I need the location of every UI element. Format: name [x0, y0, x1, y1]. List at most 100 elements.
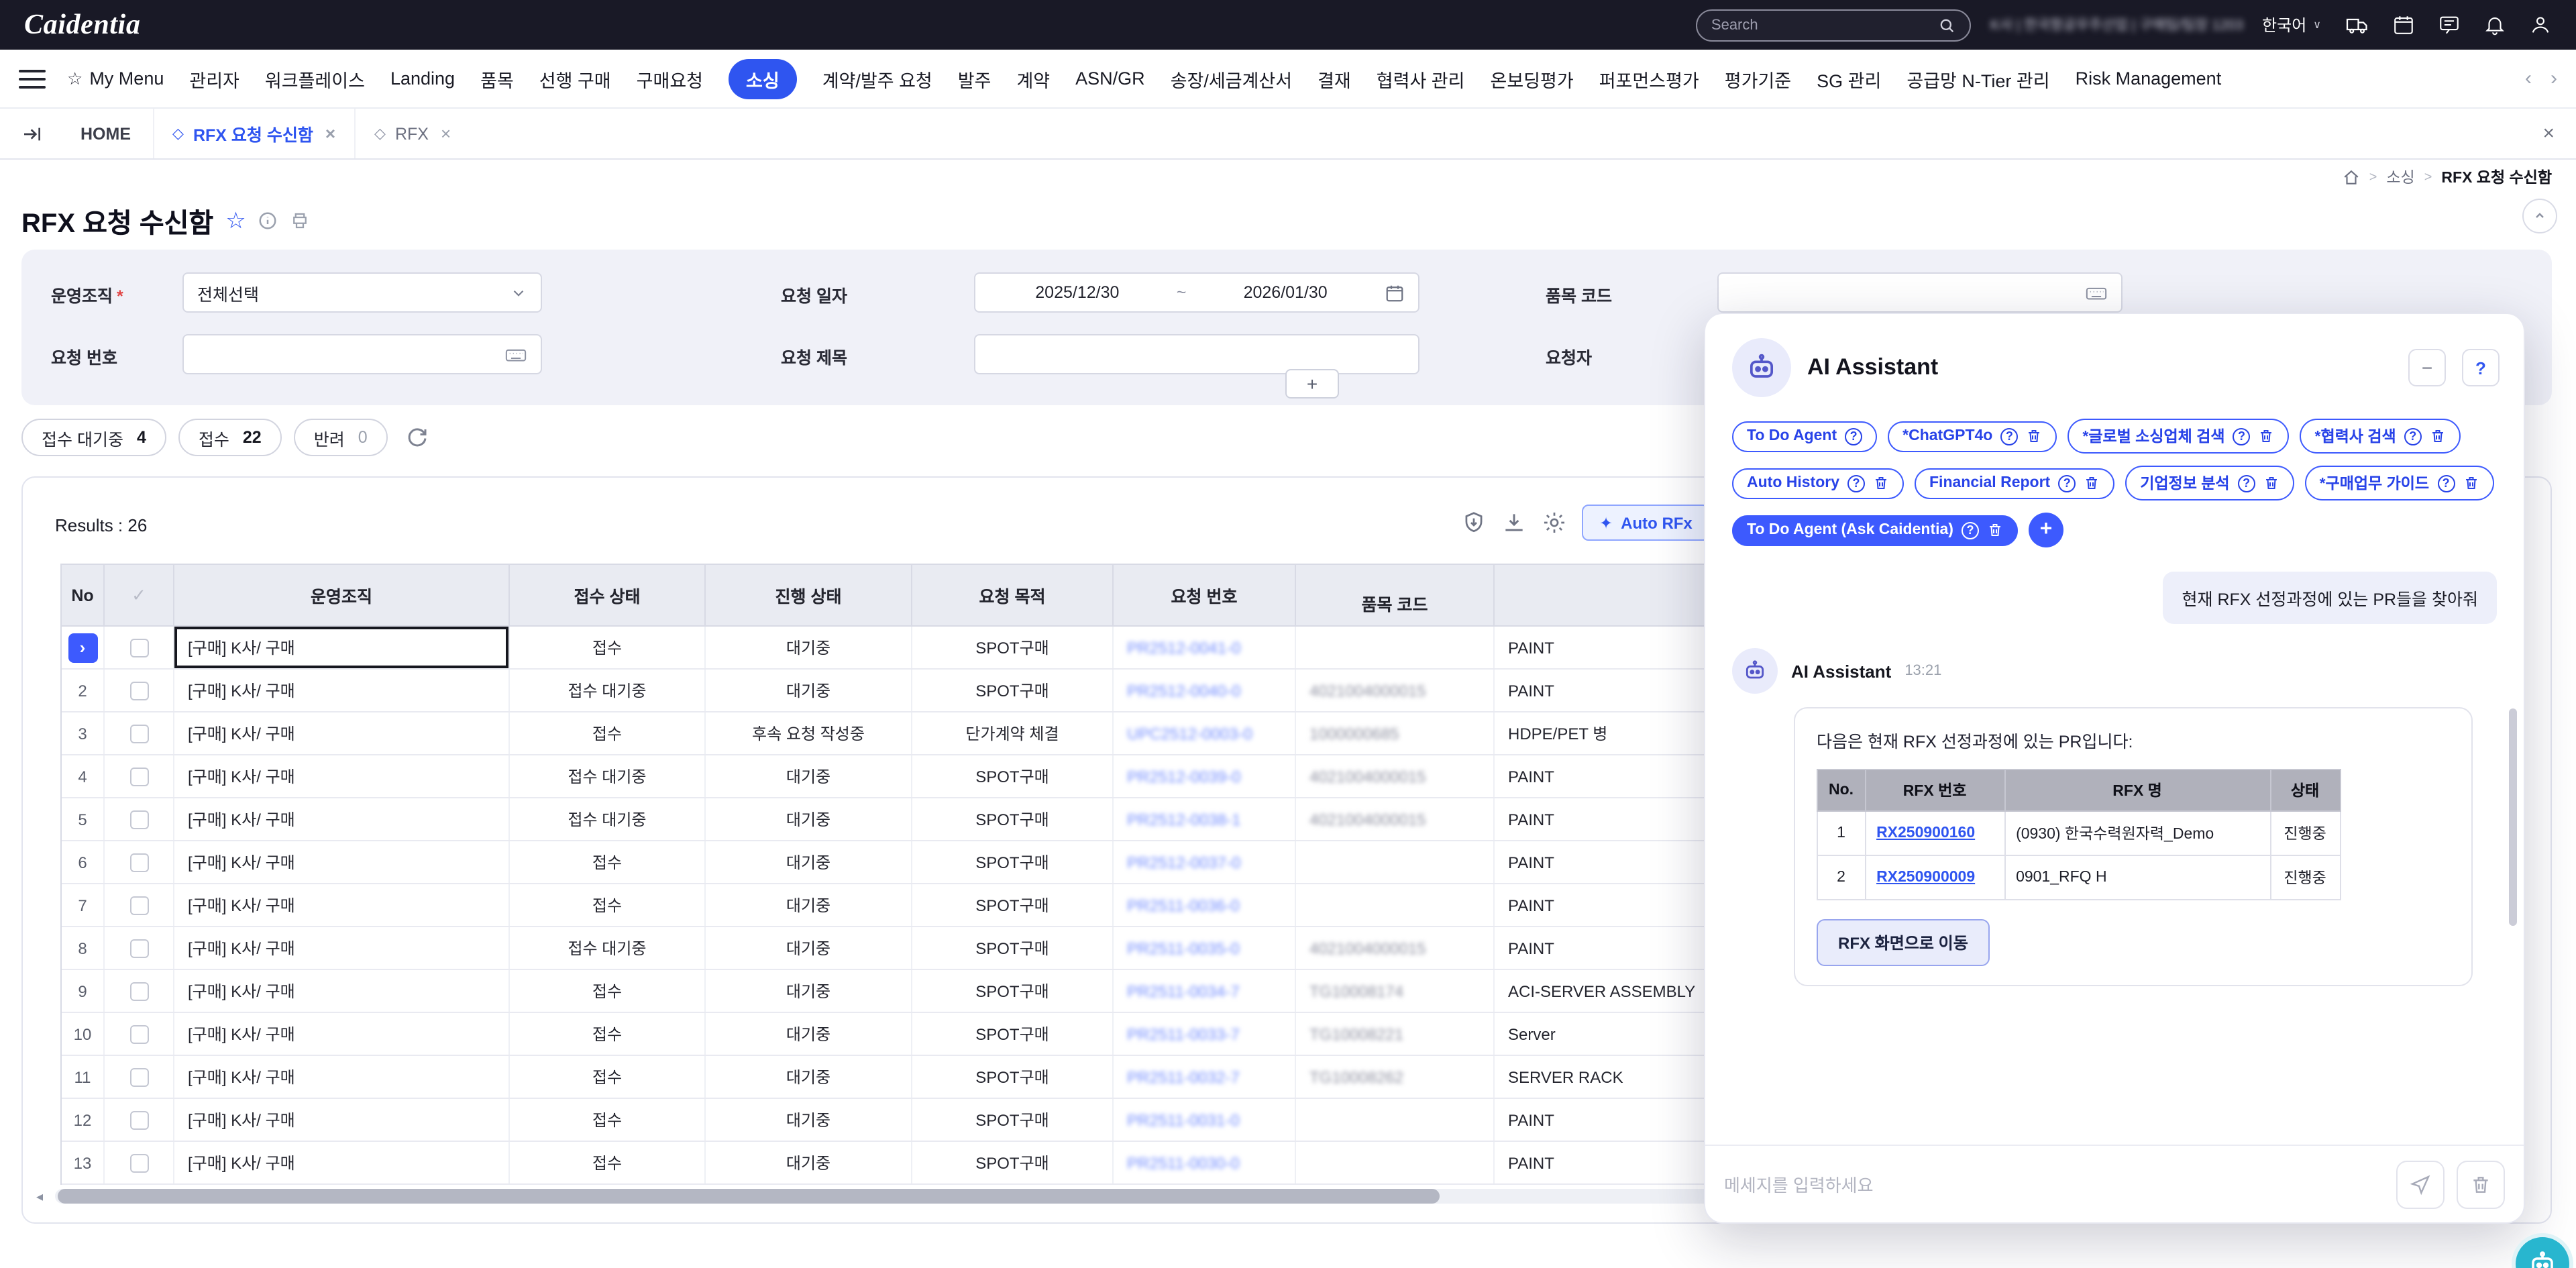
menu-item[interactable]: 계약 — [1016, 65, 1050, 92]
item-code-input[interactable] — [1717, 272, 2123, 313]
refresh-icon[interactable] — [405, 425, 429, 450]
menu-item[interactable]: 협력사 관리 — [1377, 65, 1465, 92]
global-search-input[interactable]: Search — [1697, 9, 1972, 41]
menu-item[interactable]: Risk Management — [2076, 68, 2222, 89]
notification-bell-icon[interactable] — [2483, 13, 2506, 36]
menu-item[interactable]: ASN/GR — [1075, 68, 1145, 89]
menu-item[interactable]: 워크플레이스 — [265, 65, 365, 92]
menu-scroll-left-icon[interactable]: ‹ — [2525, 67, 2532, 90]
chip-help-icon[interactable]: ? — [1847, 474, 1865, 492]
status-filter-pill[interactable]: 접수22 — [178, 419, 282, 456]
info-icon[interactable] — [258, 211, 278, 231]
menu-item[interactable]: 선행 구매 — [539, 65, 611, 92]
menu-item[interactable]: 구매요청 — [637, 65, 703, 92]
menu-item[interactable]: 평가기준 — [1725, 65, 1791, 92]
collapse-panel-button[interactable] — [2522, 199, 2557, 233]
request-no-link[interactable]: PR2512-0037-0 — [1127, 853, 1240, 871]
menu-item[interactable]: 발주 — [958, 65, 991, 92]
chip-delete-icon[interactable] — [1873, 475, 1889, 491]
close-all-tabs-icon[interactable]: × — [2542, 122, 2555, 145]
request-no-link[interactable]: PR2511-0030-0 — [1127, 1153, 1240, 1172]
settings-gear-icon[interactable] — [1542, 510, 1567, 535]
assistant-scrollbar-thumb[interactable] — [2509, 708, 2517, 926]
date-from-value[interactable]: 2025/12/30 — [989, 283, 1166, 302]
menu-item[interactable]: ☆My Menu — [67, 68, 164, 89]
chip-help-icon[interactable]: ? — [2238, 474, 2255, 492]
chip-help-icon[interactable]: ? — [2404, 427, 2422, 445]
menu-item[interactable]: 송장/세금계산서 — [1171, 65, 1292, 92]
calendar-icon[interactable] — [2392, 13, 2415, 36]
print-icon[interactable] — [290, 211, 311, 231]
row-checkbox[interactable] — [129, 638, 148, 657]
request-no-link[interactable]: UPC2512-0003-0 — [1127, 724, 1252, 743]
assistant-chip[interactable]: *협력사 검색? — [2300, 419, 2461, 454]
go-to-rfx-button[interactable]: RFX 화면으로 이동 — [1817, 919, 1990, 966]
row-checkbox[interactable] — [129, 1110, 148, 1129]
select-all-check-icon[interactable]: ✓ — [131, 584, 146, 606]
row-checkbox[interactable] — [129, 810, 148, 829]
assistant-chip[interactable]: *구매업무 가이드? — [2305, 466, 2493, 500]
tab[interactable]: ◇RFX× — [354, 109, 470, 158]
keyboard-icon[interactable] — [504, 343, 527, 366]
chat-icon[interactable] — [2438, 13, 2461, 36]
chip-help-icon[interactable]: ? — [2058, 474, 2076, 492]
req-title-input[interactable] — [974, 334, 1419, 374]
save-layout-icon[interactable] — [1461, 510, 1487, 535]
assistant-chip[interactable]: 기업정보 분석? — [2125, 466, 2294, 500]
row-checkbox[interactable] — [129, 767, 148, 786]
clear-chat-button[interactable] — [2457, 1160, 2505, 1208]
row-checkbox[interactable] — [129, 681, 148, 700]
request-no-link[interactable]: PR2512-0040-0 — [1127, 681, 1240, 700]
row-checkbox[interactable] — [129, 1067, 148, 1086]
chip-help-icon[interactable]: ? — [2437, 474, 2455, 492]
status-filter-pill[interactable]: 반려0 — [294, 419, 388, 456]
row-checkbox[interactable] — [129, 982, 148, 1000]
auto-rfx-button[interactable]: ✦ Auto RFx — [1582, 505, 1710, 541]
chip-delete-icon[interactable] — [1987, 522, 2003, 538]
home-icon[interactable] — [2343, 168, 2360, 186]
assistant-chip[interactable]: To Do Agent (Ask Caidentia)? — [1732, 515, 2018, 545]
chip-help-icon[interactable]: ? — [1845, 427, 1862, 445]
send-message-button[interactable] — [2396, 1160, 2445, 1208]
menu-item[interactable]: 품목 — [480, 65, 514, 92]
request-no-link[interactable]: PR2512-0041-0 — [1127, 638, 1240, 657]
row-checkbox[interactable] — [129, 1153, 148, 1172]
assistant-chip[interactable]: *글로벌 소싱업체 검색? — [2068, 419, 2289, 454]
status-filter-pill[interactable]: 접수 대기중4 — [21, 419, 166, 456]
row-checkbox[interactable] — [129, 1024, 148, 1043]
tab-home[interactable]: HOME — [59, 124, 152, 143]
row-checkbox[interactable] — [129, 939, 148, 957]
help-button[interactable]: ? — [2462, 349, 2500, 386]
delivery-truck-icon[interactable] — [2345, 13, 2369, 37]
expand-sidebar-icon[interactable] — [21, 123, 43, 144]
date-to-value[interactable]: 2026/01/30 — [1197, 283, 1374, 302]
assistant-chip[interactable]: Financial Report? — [1915, 468, 2114, 498]
horizontal-scrollbar-thumb[interactable] — [58, 1189, 1440, 1204]
menu-item[interactable]: 공급망 N-Tier 관리 — [1907, 65, 2049, 92]
assistant-message-input[interactable]: 메세지를 입력하세요 — [1724, 1171, 2384, 1197]
hamburger-menu-icon[interactable] — [19, 69, 46, 88]
org-select[interactable]: 전체선택 — [182, 272, 542, 313]
minimize-button[interactable]: − — [2408, 349, 2446, 386]
menu-item[interactable]: SG 관리 — [1817, 65, 1881, 92]
chip-delete-icon[interactable] — [2259, 428, 2275, 444]
chip-delete-icon[interactable] — [2463, 475, 2479, 491]
add-chip-button[interactable]: + — [2029, 513, 2063, 547]
chip-delete-icon[interactable] — [2084, 475, 2100, 491]
request-no-link[interactable]: PR2512-0038-1 — [1127, 810, 1240, 829]
rfx-link[interactable]: RX250900160 — [1876, 825, 1975, 841]
request-no-link[interactable]: PR2511-0034-7 — [1127, 982, 1240, 1000]
request-no-link[interactable]: PR2511-0031-0 — [1127, 1110, 1240, 1129]
chip-delete-icon[interactable] — [2263, 475, 2279, 491]
assistant-chip[interactable]: *ChatGPT4o? — [1888, 421, 2057, 452]
assistant-launcher-button[interactable] — [2512, 1233, 2573, 1268]
request-no-link[interactable]: PR2512-0039-0 — [1127, 767, 1240, 786]
menu-item[interactable]: 결재 — [1318, 65, 1351, 92]
tab-close-icon[interactable]: × — [325, 123, 335, 144]
assistant-chip[interactable]: Auto History? — [1732, 468, 1904, 498]
menu-item[interactable]: 계약/발주 요청 — [822, 65, 932, 92]
menu-item[interactable]: 소싱 — [729, 58, 797, 99]
assistant-chip[interactable]: To Do Agent? — [1732, 421, 1877, 452]
request-no-link[interactable]: PR2511-0036-0 — [1127, 896, 1240, 914]
menu-item[interactable]: Landing — [390, 68, 455, 89]
